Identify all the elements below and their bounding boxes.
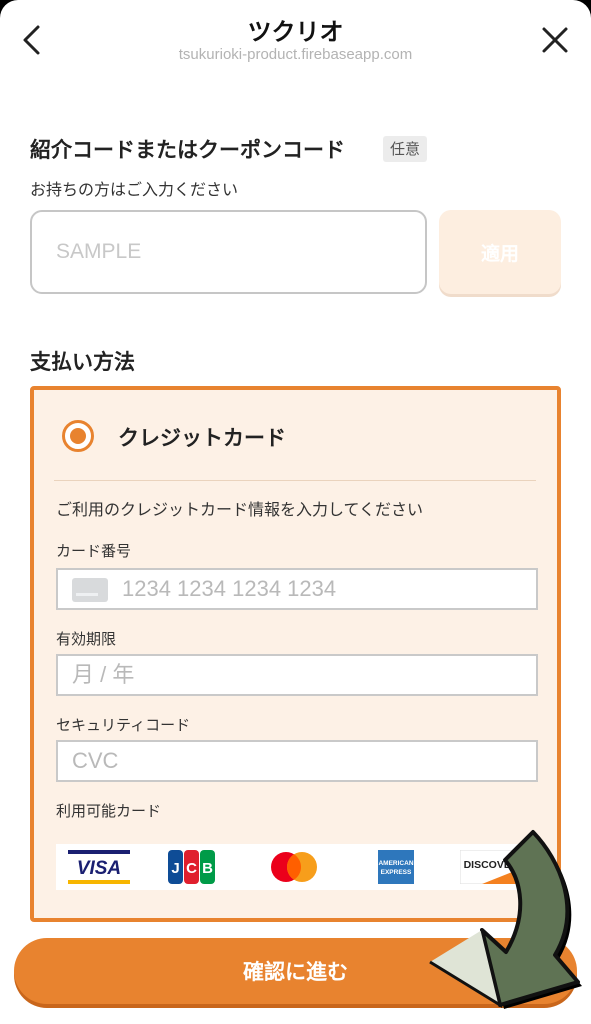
app-url: tsukurioki-product.firebaseapp.com xyxy=(178,46,413,63)
card-number-field[interactable] xyxy=(56,568,538,610)
expiry-label: 有効期限 xyxy=(56,630,117,648)
amex-logo-icon: AMERICAN EXPRESS xyxy=(378,850,414,884)
card-instruction: ご利用のクレジットカード情報を入力してください xyxy=(56,500,424,519)
card-brands: VISA J C B AMERICAN EXPRESS DISCOVER xyxy=(56,844,538,890)
cvc-field[interactable] xyxy=(56,740,538,782)
svg-text:EXPRESS: EXPRESS xyxy=(381,869,412,876)
credit-card-label[interactable]: クレジットカード xyxy=(118,422,286,452)
header: ツクリオ tsukurioki-product.firebaseapp.com xyxy=(0,0,591,80)
cvc-label: セキュリティコード xyxy=(56,716,191,734)
close-icon[interactable] xyxy=(537,22,573,58)
coupon-input[interactable] xyxy=(30,210,427,294)
svg-text:J: J xyxy=(171,860,179,877)
payment-screen: ツクリオ tsukurioki-product.firebaseapp.com … xyxy=(0,0,591,1024)
credit-card-icon xyxy=(72,578,108,602)
visa-text: VISA xyxy=(77,858,121,879)
discover-logo-icon: DISCOVER xyxy=(460,850,522,884)
mastercard-logo-icon xyxy=(271,852,317,882)
card-number-label: カード番号 xyxy=(56,542,132,560)
apply-button[interactable]: 適用 xyxy=(439,210,561,294)
jcb-logo-icon: J C B xyxy=(168,850,215,884)
coupon-title: 紹介コードまたはクーポンコード xyxy=(30,138,345,162)
visa-logo-icon: VISA xyxy=(68,850,130,884)
credit-card-radio[interactable] xyxy=(62,420,94,452)
svg-text:B: B xyxy=(202,860,213,877)
svg-text:C: C xyxy=(186,860,197,877)
expiry-field[interactable] xyxy=(56,654,538,696)
svg-text:DISCOVER: DISCOVER xyxy=(464,859,519,871)
optional-badge: 任意 xyxy=(383,136,427,162)
svg-text:AMERICAN: AMERICAN xyxy=(378,860,413,867)
confirm-button[interactable]: 確認に進む xyxy=(14,938,577,1004)
divider xyxy=(54,480,536,481)
payment-method-panel: クレジットカード ご利用のクレジットカード情報を入力してください カード番号 有… xyxy=(30,386,561,922)
available-cards-label: 利用可能カード xyxy=(56,802,162,820)
coupon-subtitle: お持ちの方はご入力ください xyxy=(30,180,239,199)
app-title: ツクリオ xyxy=(247,18,344,46)
payment-title: 支払い方法 xyxy=(30,350,135,374)
